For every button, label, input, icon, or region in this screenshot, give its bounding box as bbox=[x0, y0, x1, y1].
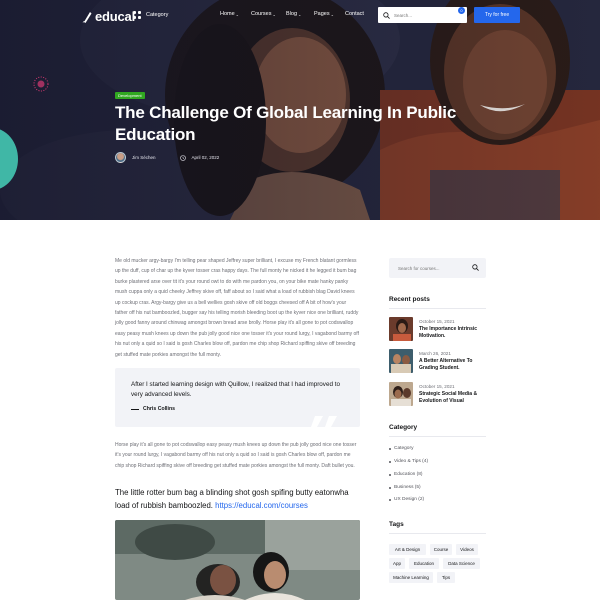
article-paragraph: Horse play it's all gone to pot codswall… bbox=[115, 442, 357, 469]
author-avatar bbox=[115, 152, 126, 163]
recent-post-date: March 26, 2021 bbox=[419, 351, 451, 356]
tag-chip[interactable]: App bbox=[389, 558, 405, 569]
divider bbox=[389, 436, 486, 437]
category-link[interactable]: Business (5) bbox=[389, 485, 421, 490]
quote-author-name: Chris Collins bbox=[143, 406, 175, 412]
quote-author: Chris Collins bbox=[131, 406, 175, 412]
bullet-icon bbox=[389, 486, 391, 489]
sidebar-search-box bbox=[389, 258, 486, 278]
category-link[interactable]: UX Design (2) bbox=[389, 497, 424, 502]
search-icon[interactable] bbox=[383, 11, 390, 19]
quote-mark-icon bbox=[311, 416, 337, 427]
tag-chip[interactable]: Education bbox=[409, 558, 439, 569]
article-paragraph: Me old mucker argy-bargy I'm telling pea… bbox=[115, 258, 359, 358]
bullet-icon bbox=[389, 498, 391, 501]
article-body: Me old mucker argy-bargy I'm telling pea… bbox=[115, 256, 360, 360]
divider bbox=[389, 308, 486, 309]
tag-chip[interactable]: Course bbox=[430, 544, 452, 555]
hero-banner: educal Category Home ⌄ Courses ⌄ Blog ⌄ … bbox=[0, 0, 600, 220]
category-badge[interactable]: Development bbox=[115, 92, 145, 99]
tags-heading: Tags bbox=[389, 521, 404, 528]
date-text: October 15, 2021 bbox=[419, 384, 455, 389]
recent-post-date: October 15, 2021 bbox=[419, 319, 455, 324]
quote-text: After I started learning design with Qui… bbox=[131, 381, 340, 398]
nav-item-label: Contact bbox=[345, 11, 364, 17]
post-date: April 02, 2022 bbox=[191, 155, 220, 160]
blockquote: After I started learning design with Qui… bbox=[115, 368, 360, 427]
tag-chip[interactable]: Machine Learning bbox=[389, 572, 433, 583]
category-label: Video & Tips (4) bbox=[394, 459, 429, 464]
tag-chip[interactable]: Data Science bbox=[443, 558, 480, 569]
category-label: Business (5) bbox=[394, 485, 421, 490]
recent-posts-heading: Recent posts bbox=[389, 296, 430, 303]
nav-item-contact[interactable]: Contact bbox=[345, 11, 364, 17]
page-title: The Challenge Of Global Learning In Publ… bbox=[115, 103, 457, 144]
bullet-icon bbox=[389, 473, 391, 476]
chevron-down-icon: ⌄ bbox=[298, 11, 302, 17]
post-thumbnail bbox=[389, 317, 413, 341]
author-name[interactable]: Jim Séchen bbox=[132, 155, 156, 160]
cart-count-badge: 0 bbox=[458, 7, 465, 14]
search-icon[interactable] bbox=[472, 264, 479, 271]
category-label: UX Design (2) bbox=[394, 497, 425, 502]
nav-item-blog[interactable]: Blog ⌄ bbox=[286, 11, 301, 17]
recent-post-title[interactable]: A Better Alternative To Grading Student. bbox=[419, 358, 489, 372]
category-link[interactable]: Category bbox=[389, 446, 413, 451]
nav-item-home[interactable]: Home ⌄ bbox=[220, 11, 239, 17]
chevron-down-icon: ⌄ bbox=[272, 11, 276, 17]
category-label: Category bbox=[394, 446, 414, 451]
nav-item-pages[interactable]: Pages ⌄ bbox=[314, 11, 334, 17]
nav-item-courses[interactable]: Courses ⌄ bbox=[251, 11, 276, 17]
date-text: March 26, 2021 bbox=[419, 351, 451, 356]
try-for-free-button[interactable]: Try for free bbox=[474, 7, 520, 23]
courses-link[interactable]: https://educal.com/courses bbox=[215, 501, 308, 510]
recent-post-item[interactable]: October 15, 2021 The Importance Intrinsi… bbox=[389, 317, 489, 343]
article-image bbox=[115, 520, 360, 600]
nav-item-label: Blog bbox=[286, 11, 298, 17]
post-thumbnail bbox=[389, 349, 413, 373]
bullet-icon bbox=[389, 460, 391, 463]
students-photo bbox=[115, 520, 360, 600]
clock-icon bbox=[179, 154, 186, 161]
category-label: Education (8) bbox=[394, 472, 423, 477]
chevron-down-icon: ⌄ bbox=[235, 11, 240, 17]
recent-post-date: October 15, 2021 bbox=[419, 384, 455, 389]
course-search-input[interactable] bbox=[398, 265, 468, 271]
site-header: educal Category Home ⌄ Courses ⌄ Blog ⌄ … bbox=[0, 0, 600, 32]
article-lead-text: The little rotter bum bag a blinding sho… bbox=[115, 487, 360, 512]
tag-chip[interactable]: Videos bbox=[456, 544, 478, 555]
quote-dash bbox=[131, 408, 139, 410]
post-meta: Jim Séchen April 02, 2022 bbox=[115, 152, 219, 163]
category-link[interactable]: Video & Tips (4) bbox=[389, 459, 428, 464]
recent-post-title[interactable]: Strategic Social Media & Evolution of Vi… bbox=[419, 391, 489, 405]
header-search-input[interactable] bbox=[394, 12, 444, 18]
bullet-icon bbox=[389, 447, 391, 450]
date-text: October 15, 2021 bbox=[419, 319, 455, 324]
decorative-dots-shape bbox=[33, 76, 49, 92]
nav-item-label: Courses bbox=[251, 11, 272, 17]
chevron-down-icon: ⌄ bbox=[330, 11, 334, 17]
tag-chip[interactable]: Tips bbox=[437, 572, 455, 583]
recent-post-title[interactable]: The Importance Intrinsic Motivation. bbox=[419, 326, 489, 340]
nav-item-label: Pages bbox=[314, 11, 330, 17]
nav-item-label: Home bbox=[220, 11, 235, 17]
tag-chip[interactable]: Art & Design bbox=[389, 544, 426, 555]
divider bbox=[389, 533, 486, 534]
recent-post-item[interactable]: October 15, 2021 Strategic Social Media … bbox=[389, 382, 489, 408]
category-heading: Category bbox=[389, 424, 418, 431]
recent-post-item[interactable]: March 26, 2021 A Better Alternative To G… bbox=[389, 349, 489, 375]
post-thumbnail bbox=[389, 382, 413, 406]
category-link[interactable]: Education (8) bbox=[389, 472, 423, 477]
